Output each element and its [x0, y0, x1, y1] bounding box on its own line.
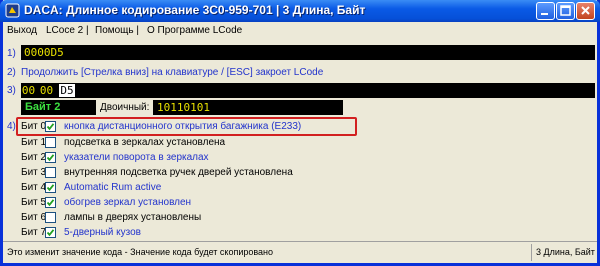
- bytes-bar: [21, 83, 595, 98]
- minimize-button[interactable]: [536, 2, 555, 20]
- status-bar: Это изменит значение кода - Значение код…: [3, 241, 597, 264]
- navigation-hint: Продолжить [Стрелка вниз] на клавиатуре …: [21, 67, 324, 78]
- bit-checkbox[interactable]: [45, 137, 56, 148]
- bit-checkbox[interactable]: [45, 152, 56, 163]
- byte-1-box[interactable]: 00: [39, 83, 54, 98]
- bit-description: обогрев зеркал установлен: [64, 197, 192, 208]
- bit-label: Бит 6: [21, 212, 47, 223]
- bit-0-highlight-frame: [16, 117, 357, 136]
- close-button[interactable]: [576, 2, 595, 20]
- status-mode: 3 Длина, Байт: [536, 247, 595, 257]
- check-icon: [46, 184, 55, 192]
- binary-label: Двоичный:: [100, 102, 150, 113]
- bit-checkbox[interactable]: [45, 167, 56, 178]
- bit-label: Бит 5: [21, 197, 47, 208]
- app-icon: [5, 3, 20, 18]
- bit-label: Бит 2: [21, 152, 47, 163]
- bit-description: 5-дверный кузов: [64, 227, 141, 238]
- menu-about[interactable]: О Программе LCode: [147, 25, 242, 36]
- byte-0-box[interactable]: 00: [21, 83, 36, 98]
- bit-description: Automatic Rum active: [64, 182, 162, 193]
- byte-label: Байт 2: [21, 100, 96, 115]
- step-3-number: 3): [7, 85, 16, 96]
- maximize-icon: [560, 5, 571, 16]
- menu-help[interactable]: Помощь |: [95, 25, 139, 36]
- menu-lcode2[interactable]: LCoce 2 |: [46, 25, 89, 36]
- window-title: DACA: Длинное кодирование 3C0-959-701 | …: [24, 3, 366, 17]
- step-1-number: 1): [7, 48, 16, 59]
- code-value-field[interactable]: 0000D5: [21, 45, 595, 60]
- maximize-button[interactable]: [556, 2, 575, 20]
- menu-bar: Выход LCoce 2 | Помощь | О Программе LCo…: [3, 22, 597, 40]
- check-icon: [46, 229, 55, 237]
- menu-exit[interactable]: Выход: [7, 25, 37, 36]
- step-2-number: 2): [7, 67, 16, 78]
- bit-checkbox[interactable]: [45, 182, 56, 193]
- binary-value: 10110101: [153, 100, 343, 115]
- check-icon: [46, 199, 55, 207]
- bit-description: лампы в дверях установлены: [64, 212, 202, 223]
- bit-description: указатели поворота в зеркалах: [64, 152, 209, 163]
- bit-description: внутренняя подсветка ручек дверей устано…: [64, 167, 293, 178]
- status-divider: [531, 244, 532, 261]
- minimize-icon: [541, 13, 548, 15]
- status-message: Это изменит значение кода - Значение код…: [7, 247, 274, 257]
- bit-label: Бит 1: [21, 137, 47, 148]
- bit-label: Бит 4: [21, 182, 47, 193]
- check-icon: [46, 154, 55, 162]
- bit-label: Бит 3: [21, 167, 47, 178]
- bit-checkbox[interactable]: [45, 212, 56, 223]
- app-window: DACA: Длинное кодирование 3C0-959-701 | …: [0, 0, 600, 266]
- code-value: 0000D5: [24, 46, 64, 59]
- close-icon: [581, 6, 590, 15]
- byte-2-box-selected[interactable]: D5: [58, 83, 76, 98]
- step-4-number: 4): [7, 121, 16, 132]
- bit-checkbox[interactable]: [45, 197, 56, 208]
- title-bar[interactable]: DACA: Длинное кодирование 3C0-959-701 | …: [0, 0, 600, 22]
- bit-label: Бит 7: [21, 227, 47, 238]
- bit-description: подсветка в зеркалах установлена: [64, 137, 226, 148]
- bit-checkbox[interactable]: [45, 227, 56, 238]
